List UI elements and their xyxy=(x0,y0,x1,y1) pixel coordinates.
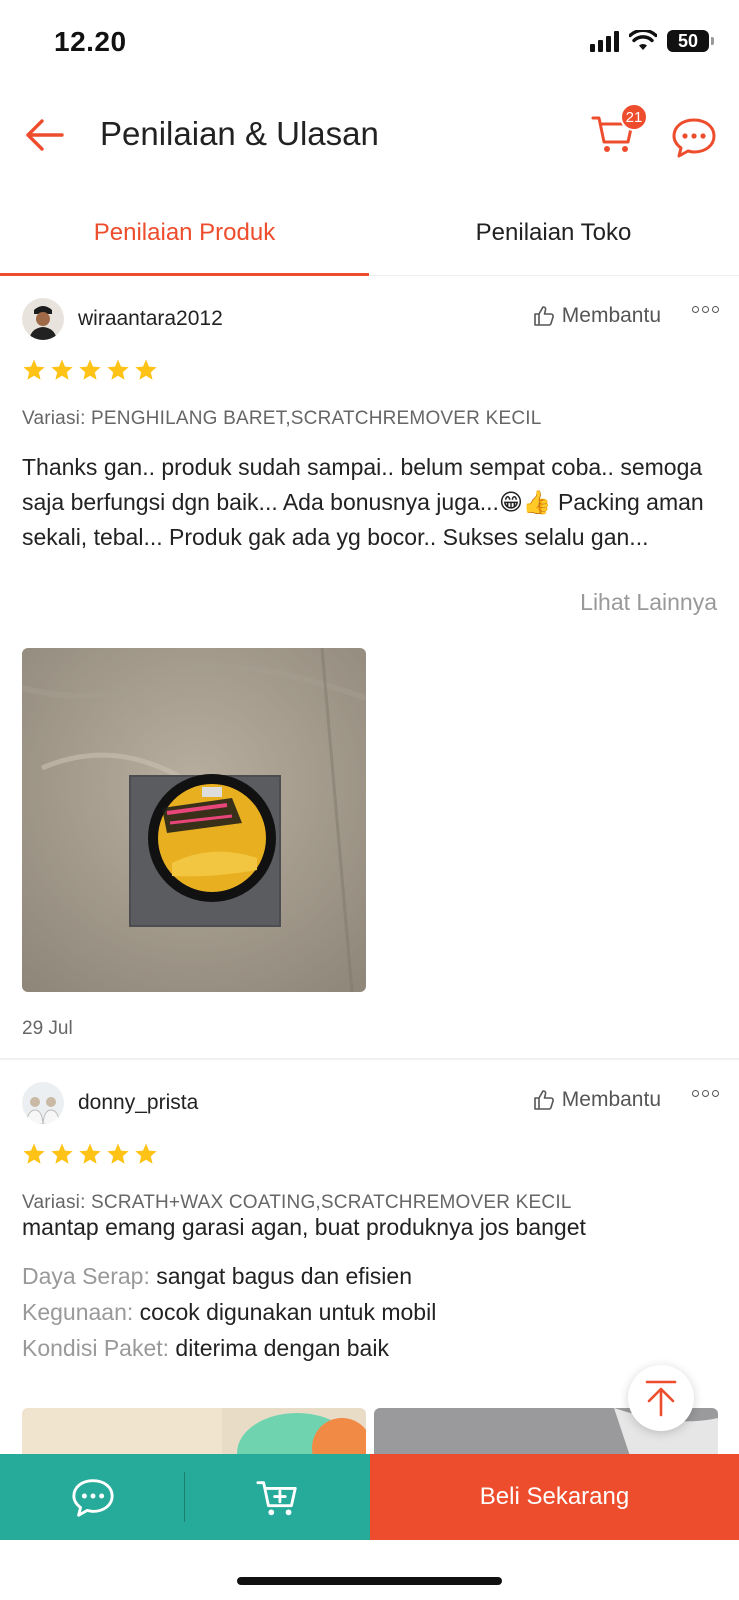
thumbs-up-icon xyxy=(533,306,554,326)
reviewer-username[interactable]: wiraantara2012 xyxy=(78,307,223,331)
review-text: Thanks gan.. produk sudah sampai.. belum… xyxy=(22,454,704,550)
chat-bubble-icon xyxy=(672,118,716,158)
bottom-action-bar: Beli Sekarang xyxy=(0,1454,739,1540)
status-icons: 50 xyxy=(590,30,714,52)
helpful-label: Membantu xyxy=(561,304,661,327)
star-icon xyxy=(107,1143,129,1164)
more-options-icon[interactable] xyxy=(692,306,719,313)
cart-count-badge: 21 xyxy=(620,103,648,131)
star-icon xyxy=(79,1143,101,1164)
star-rating xyxy=(22,1142,158,1166)
star-icon xyxy=(23,1143,45,1164)
status-bar: 12.20 50 xyxy=(0,0,739,90)
chat-seller-button[interactable] xyxy=(0,1454,185,1540)
avatar[interactable] xyxy=(22,298,64,340)
add-to-cart-icon xyxy=(255,1481,297,1516)
star-icon xyxy=(107,359,129,380)
app-header: Penilaian & Ulasan 21 xyxy=(0,95,739,175)
review-text: mantap emang garasi agan, buat produknya… xyxy=(22,1214,586,1240)
buy-now-button[interactable]: Beli Sekarang xyxy=(370,1454,739,1540)
tab-product-rating[interactable]: Penilaian Produk xyxy=(0,190,369,276)
star-rating xyxy=(22,358,158,382)
attribute-row: Kondisi Paket: diterima dengan baik xyxy=(22,1335,389,1361)
chat-bubble-icon xyxy=(71,1479,114,1517)
star-icon xyxy=(135,359,157,380)
helpful-label: Membantu xyxy=(561,1088,661,1111)
helpful-button[interactable]: Membantu xyxy=(532,304,661,328)
status-time: 12.20 xyxy=(54,26,127,57)
tab-store-rating[interactable]: Penilaian Toko xyxy=(369,190,738,276)
star-icon xyxy=(79,359,101,380)
review-card: wiraantara2012 Membantu Variasi: PENGHIL… xyxy=(0,278,739,1060)
back-arrow-icon xyxy=(26,119,64,151)
signal-icon xyxy=(590,30,619,52)
more-options-icon[interactable] xyxy=(692,1090,719,1097)
thumbs-up-icon xyxy=(533,1090,554,1110)
helpful-button[interactable]: Membantu xyxy=(532,1088,661,1112)
variation-label: Variasi: PENGHILANG BARET,SCRATCHREMOVER… xyxy=(22,408,542,429)
review-date: 29 Jul xyxy=(22,1018,73,1039)
star-icon xyxy=(51,1143,73,1164)
review-photo[interactable] xyxy=(22,648,366,992)
avatar[interactable] xyxy=(22,1082,64,1124)
page-title: Penilaian & Ulasan xyxy=(100,115,379,152)
wifi-icon xyxy=(629,30,657,50)
back-button[interactable] xyxy=(20,111,68,159)
arrow-up-icon xyxy=(645,1380,677,1417)
attribute-row: Kegunaan: cocok digunakan untuk mobil xyxy=(22,1299,437,1325)
cart-button[interactable]: 21 xyxy=(590,103,648,161)
attribute-row: Daya Serap: sangat bagus dan efisien xyxy=(22,1263,413,1289)
reviewer-username[interactable]: donny_prista xyxy=(78,1091,198,1115)
scroll-to-top-button[interactable] xyxy=(628,1365,694,1431)
rating-tabs: Penilaian Produk Penilaian Toko xyxy=(0,190,739,276)
star-icon xyxy=(23,359,45,380)
add-to-cart-button[interactable] xyxy=(185,1454,370,1540)
review-attributes: Daya Serap: sangat bagus dan efisien Keg… xyxy=(22,1258,436,1366)
chat-button[interactable] xyxy=(670,113,718,161)
home-indicator[interactable] xyxy=(237,1577,502,1585)
star-icon xyxy=(51,359,73,380)
battery-indicator: 50 xyxy=(667,30,714,52)
see-more-link[interactable]: Lihat Lainnya xyxy=(580,589,717,616)
star-icon xyxy=(135,1143,157,1164)
